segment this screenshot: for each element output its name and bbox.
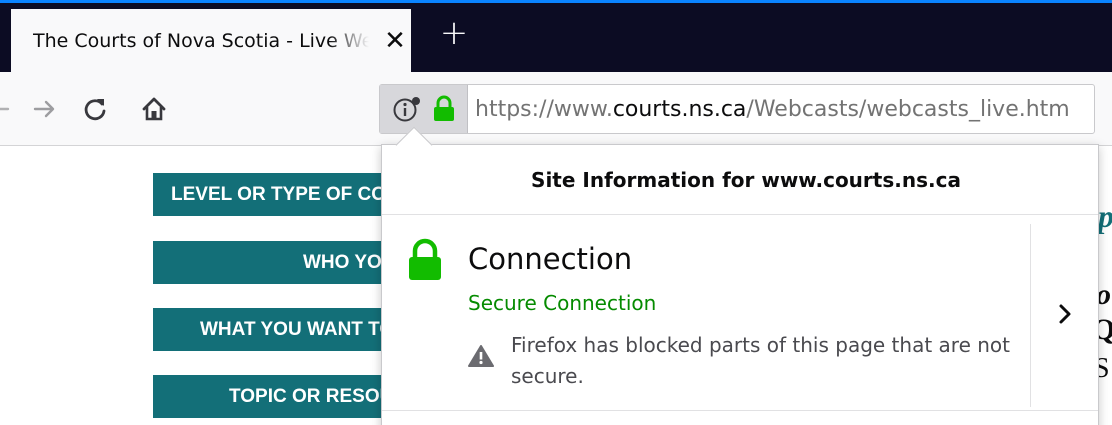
site-identity-button[interactable]: [380, 85, 468, 133]
tab-strip-accent: [0, 0, 1112, 3]
site-info-panel: Site Information for www.courts.ns.ca Co…: [381, 144, 1099, 425]
back-arrow-icon[interactable]: [0, 92, 16, 126]
plus-icon[interactable]: +: [437, 16, 471, 50]
mixed-content-warning: Firefox has blocked parts of this page t…: [511, 333, 1010, 388]
panel-header: Site Information for www.courts.ns.ca: [382, 145, 1098, 215]
home-icon[interactable]: [137, 92, 171, 126]
tab-strip: The Courts of Nova Scotia - Live Webcast…: [0, 0, 1112, 72]
page-heading-fragment: p: [1098, 198, 1112, 235]
forward-arrow-icon[interactable]: [28, 92, 62, 126]
page-nav-button[interactable]: LEVEL OR TYPE OF COURT: [153, 173, 393, 216]
page-nav-button[interactable]: TOPIC OR RESOURCE: [153, 375, 393, 418]
lock-icon: [406, 238, 444, 286]
page-nav-button[interactable]: WHAT YOU WANT TO DO: [153, 308, 393, 351]
chevron-right-icon: [1055, 302, 1075, 330]
warning-icon: [468, 344, 494, 372]
panel-title: Site Information for www.courts.ns.ca: [531, 167, 961, 192]
nav-toolbar: https://www.courts.ns.ca/Webcasts/webcas…: [0, 72, 1112, 146]
active-tab[interactable]: The Courts of Nova Scotia - Live Webcast…: [11, 9, 411, 72]
url-domain: courts.ns.ca: [612, 97, 747, 122]
connection-details-button[interactable]: [1031, 216, 1098, 416]
connection-status: Secure Connection: [468, 291, 657, 315]
info-icon: [392, 95, 422, 129]
page-nav-button[interactable]: WHO YOU ARE: [153, 241, 393, 284]
tab-title: The Courts of Nova Scotia - Live Webcast…: [33, 30, 369, 52]
url-bar[interactable]: https://www.courts.ns.ca/Webcasts/webcas…: [379, 84, 1095, 134]
connection-section[interactable]: Connection Secure Connection Firefox has…: [382, 216, 1032, 416]
panel-separator: [382, 410, 1098, 411]
connection-title: Connection: [468, 242, 633, 276]
url-text[interactable]: https://www.courts.ns.ca/Webcasts/webcas…: [475, 97, 1070, 122]
reload-icon[interactable]: [78, 92, 112, 126]
lock-icon: [431, 95, 457, 127]
close-icon[interactable]: ✕: [381, 27, 409, 55]
